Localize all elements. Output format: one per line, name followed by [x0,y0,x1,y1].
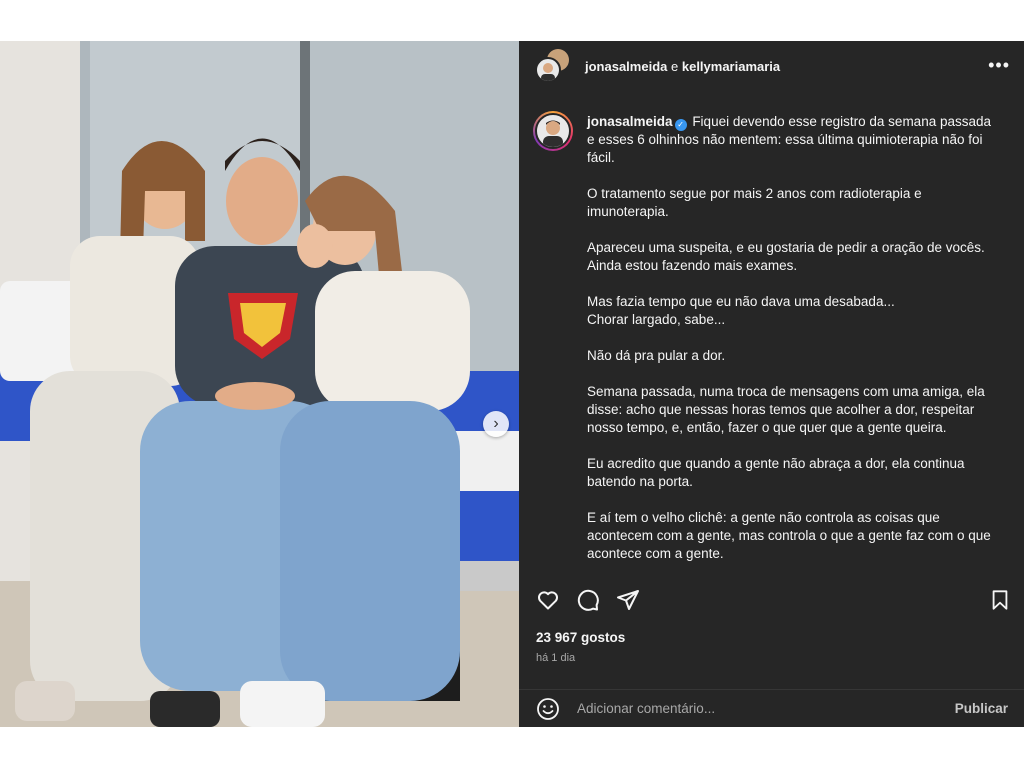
avatar [535,57,561,83]
caption-paragraph: E aí tem o velho clichê: a gente não con… [587,510,991,561]
send-icon [617,590,639,610]
names-conjunction: e [671,58,679,74]
caption-paragraph: Semana passada, numa troca de mensagens … [587,384,985,435]
author-link[interactable]: jonasalmeida [585,59,667,74]
caption-paragraph: jonasalmeida ✓ Fiquei devendo esse regist… [587,113,997,167]
chevron-right-icon: › [493,415,499,432]
post-author-names: jonasalmeida e kellymariamaria [585,59,780,74]
caption-paragraph: Mas fazia tempo que eu não dava uma desa… [587,294,895,327]
caption-username[interactable]: jonasalmeida [587,114,673,129]
more-horizontal-icon: ••• [988,55,1010,75]
comment-bar: Publicar [519,689,1024,727]
comment-icon [577,589,599,611]
carousel-next-button[interactable]: › [483,411,509,437]
collab-avatars[interactable] [535,49,569,83]
heart-icon [538,591,558,610]
share-button[interactable] [615,587,641,613]
publish-button[interactable]: Publicar [955,701,1008,716]
likes-count[interactable]: 23 967 gostos [536,630,625,645]
post-timestamp[interactable]: há 1 dia [536,652,575,664]
caption-scroll-area[interactable]: jonasalmeida ✓ Fiquei devendo esse regist… [519,103,1024,613]
caption-paragraph: Apareceu uma suspeita, e eu gostaria de … [587,240,985,273]
post-photo[interactable]: › [0,41,519,727]
post-panel: jonasalmeida e kellymariamaria ••• jonas… [519,41,1024,727]
post-header: jonasalmeida e kellymariamaria ••• [519,41,1024,91]
post-photo-illustration [0,41,519,727]
more-options-button[interactable]: ••• [988,55,1010,76]
caption-paragraph: O tratamento segue por mais 2 anos com r… [587,186,922,219]
comment-button[interactable] [575,587,601,613]
bookmark-icon [992,590,1008,610]
emoji-icon [537,697,559,720]
collaborator-link[interactable]: kellymariamaria [682,59,780,74]
like-button[interactable] [535,587,561,613]
save-button[interactable] [987,587,1013,613]
emoji-button[interactable] [535,696,561,722]
verified-badge-icon: ✓ [674,119,687,131]
caption-avatar[interactable] [533,111,573,151]
comment-input[interactable] [577,701,955,716]
post-caption: jonasalmeida ✓ Fiquei devendo esse regist… [587,113,997,581]
caption-paragraph: Eu acredito que quando a gente não abraç… [587,456,965,489]
caption-paragraph: Não dá pra pular a dor. [587,348,726,363]
post-actions [535,587,1013,613]
